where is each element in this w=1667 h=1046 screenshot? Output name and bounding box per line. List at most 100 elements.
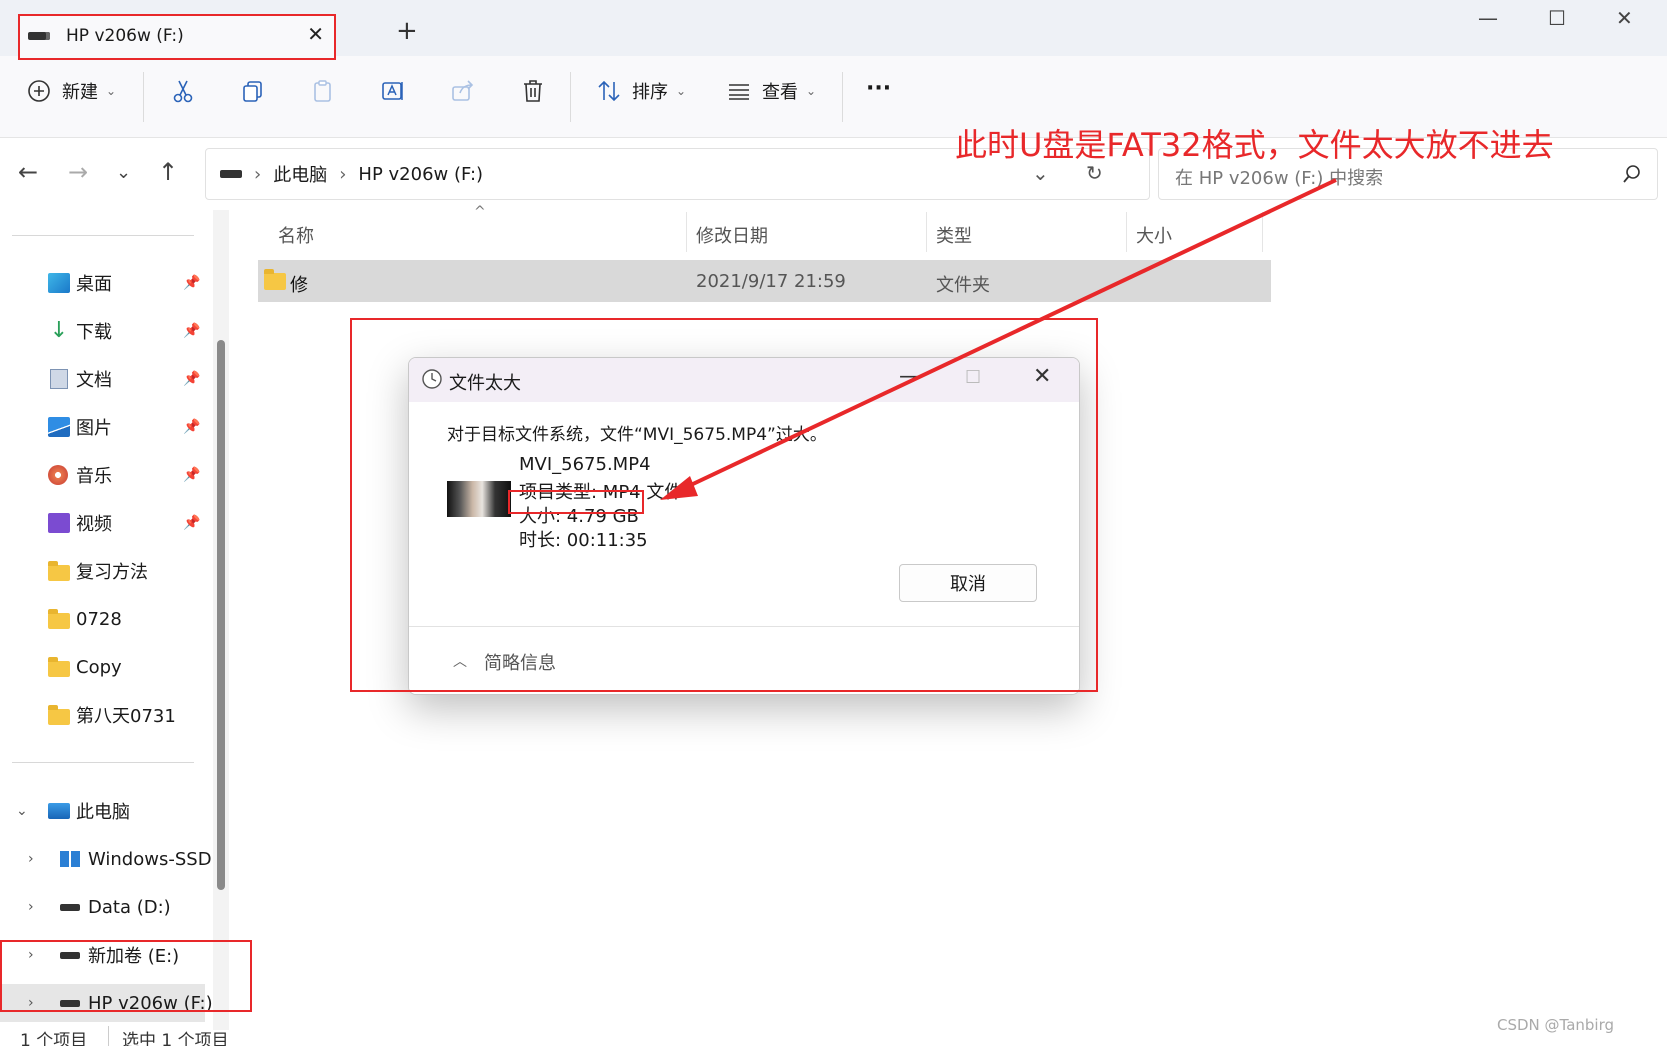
chevron-down-icon: ⌄ [16, 803, 28, 819]
table-row[interactable]: 修 2021/9/17 21:59 文件夹 [258, 260, 1271, 302]
sidebar-scrollbar[interactable] [213, 210, 229, 1030]
breadcrumb-drive[interactable]: HP v206w (F:) [358, 164, 483, 185]
new-tab-button[interactable]: + [396, 16, 418, 46]
picture-icon [48, 417, 70, 437]
chevron-down-icon: ⌄ [806, 84, 817, 98]
sidebar-item-folder[interactable]: Copy [0, 648, 205, 686]
status-item-count: 1 个项目 [20, 1031, 88, 1046]
search-placeholder: 在 HP v206w (F:) 中搜索 [1175, 168, 1384, 189]
divider [570, 72, 571, 122]
recent-chevron-icon[interactable]: ⌄ [116, 162, 131, 183]
scroll-thumb[interactable] [217, 340, 225, 890]
more-button[interactable]: ··· [866, 76, 891, 101]
file-name: 修 [290, 275, 308, 296]
download-icon: ↓ [49, 318, 69, 343]
maximize-icon[interactable]: ☐ [1548, 6, 1566, 30]
column-header-size[interactable]: 大小 [1136, 222, 1172, 248]
sidebar-item-folder[interactable]: 第八天0731 [0, 696, 205, 734]
sidebar-item-windows-ssd[interactable]: › Windows-SSD [0, 840, 212, 878]
folder-icon [48, 705, 70, 725]
sidebar-item-label: 音乐 [76, 466, 112, 487]
divider [108, 1026, 109, 1046]
pin-icon: 📌 [183, 371, 201, 387]
sort-ascending-icon: ^ [474, 204, 486, 220]
sidebar-item-this-pc[interactable]: ⌄ 此电脑 [0, 792, 205, 830]
cut-button[interactable] [170, 78, 196, 104]
column-divider[interactable] [926, 212, 927, 252]
share-icon [452, 80, 474, 101]
new-button[interactable]: 新建 ⌄ [26, 78, 116, 104]
sidebar-item-label: Windows-SSD [88, 848, 212, 870]
share-button[interactable] [450, 78, 476, 104]
pin-icon: 📌 [183, 467, 201, 483]
sidebar-item-desktop[interactable]: 桌面 📌 [0, 264, 205, 302]
clipboard-icon [314, 80, 331, 102]
back-arrow-icon[interactable]: ← [18, 158, 38, 186]
annotation-box-size [508, 490, 644, 514]
divider [842, 72, 843, 122]
watermark: CSDN @Tanbirg [1497, 1016, 1615, 1034]
sidebar-item-label: 桌面 [76, 274, 112, 295]
desktop-icon [48, 273, 70, 293]
sidebar-item-pictures[interactable]: 图片 📌 [0, 408, 205, 446]
pin-icon: 📌 [183, 275, 201, 291]
sidebar-item-documents[interactable]: 文档 📌 [0, 360, 205, 398]
sidebar-item-label: 第八天0731 [76, 706, 176, 727]
view-button[interactable]: 查看 ⌄ [726, 78, 816, 104]
sidebar-item-label: 视频 [76, 514, 112, 535]
sort-button[interactable]: 排序 ⌄ [596, 78, 686, 104]
folder-icon [48, 561, 70, 581]
windows-drive-icon [60, 851, 80, 867]
search-icon [1623, 165, 1640, 183]
column-divider[interactable] [686, 212, 687, 252]
chevron-down-icon: ⌄ [676, 84, 687, 98]
divider [12, 235, 194, 236]
minimize-icon[interactable]: — [1478, 6, 1498, 30]
rename-icon [382, 82, 403, 100]
sidebar-item-videos[interactable]: 视频 📌 [0, 504, 205, 542]
pin-icon: 📌 [183, 515, 201, 531]
breadcrumb-this-pc[interactable]: 此电脑 [273, 161, 327, 187]
close-window-icon[interactable]: ✕ [1616, 6, 1633, 30]
music-icon [48, 465, 68, 485]
monitor-icon [48, 803, 70, 819]
pin-icon: 📌 [183, 323, 201, 339]
sidebar-item-label: 下载 [76, 322, 112, 343]
delete-button[interactable] [520, 78, 546, 104]
list-view-icon [729, 84, 749, 100]
annotation-box-drive [0, 940, 252, 1012]
column-header-type[interactable]: 类型 [936, 222, 972, 248]
sidebar-item-data-drive[interactable]: › Data (D:) [0, 888, 205, 926]
sidebar-item-label: 复习方法 [76, 562, 148, 583]
sidebar-item-folder[interactable]: 0728 [0, 600, 205, 638]
forward-arrow-icon[interactable]: → [68, 158, 88, 186]
pin-icon: 📌 [183, 419, 201, 435]
column-header-modified[interactable]: 修改日期 [696, 222, 768, 248]
scissors-icon [173, 80, 193, 103]
column-divider[interactable] [1262, 212, 1263, 252]
folder-icon [48, 657, 70, 677]
column-header-name[interactable]: 名称 [278, 222, 314, 248]
sidebar-item-music[interactable]: 音乐 📌 [0, 456, 205, 494]
copy-button[interactable] [240, 78, 266, 104]
breadcrumb-separator: › [254, 163, 262, 185]
sidebar-item-label: Data (D:) [88, 896, 171, 918]
chevron-right-icon: › [28, 851, 34, 867]
rename-button[interactable] [380, 78, 406, 104]
sidebar-item-folder[interactable]: 复习方法 [0, 552, 205, 590]
file-type: 文件夹 [936, 275, 990, 296]
drive-icon [220, 170, 242, 178]
view-label: 查看 [762, 82, 798, 103]
divider [143, 72, 144, 122]
annotation-text: 此时U盘是FAT32格式，文件太大放不进去 [955, 126, 1554, 164]
navigation-pane: 桌面 📌 ↓ 下载 📌 文档 📌 图片 📌 音乐 📌 视频 📌 复习方法 072… [0, 210, 215, 1026]
trash-icon [524, 80, 542, 102]
copy-icon [243, 81, 262, 102]
up-arrow-icon[interactable]: ↑ [158, 158, 178, 186]
sidebar-item-label: 此电脑 [76, 802, 130, 823]
column-divider[interactable] [1126, 212, 1127, 252]
divider [12, 762, 194, 763]
paste-button[interactable] [310, 78, 336, 104]
sidebar-item-label: 文档 [76, 370, 112, 391]
sidebar-item-downloads[interactable]: ↓ 下载 📌 [0, 312, 205, 350]
